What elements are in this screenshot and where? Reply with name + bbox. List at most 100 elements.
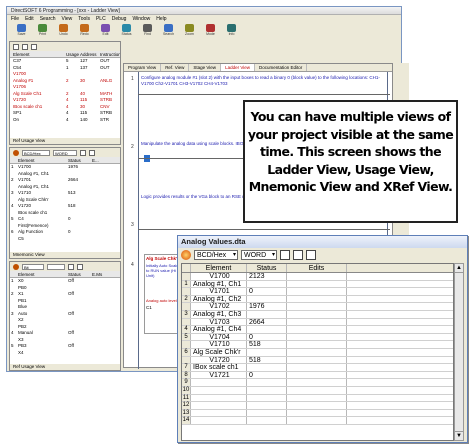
menu-item-help[interactable]: Help xyxy=(156,15,166,23)
toolbar-button-edit[interactable]: Edit xyxy=(97,24,114,37)
cell-edits[interactable] xyxy=(287,318,347,326)
toolbar-button-zoom[interactable]: Zoom xyxy=(181,24,198,37)
table-row[interactable]: 6 Alg Scale Chk'r xyxy=(182,348,453,357)
toolbar-button-undo[interactable]: Undo xyxy=(55,24,72,37)
rung-number[interactable]: 1 xyxy=(131,76,134,82)
header-edits[interactable]: Edits xyxy=(287,264,347,272)
table-row[interactable]: C5 xyxy=(10,236,120,243)
grid-icon[interactable] xyxy=(77,263,83,270)
cell-edits[interactable] xyxy=(287,394,347,402)
header-edits[interactable]: E... xyxy=(92,157,112,163)
tab-program-view[interactable]: Program View xyxy=(124,64,162,71)
toolbar-button-redo[interactable]: Redo xyxy=(76,24,93,37)
table-row[interactable]: V1720 518 xyxy=(182,356,453,365)
format-select[interactable]: Bit xyxy=(22,263,44,270)
menu-item-window[interactable]: Window xyxy=(132,15,150,23)
header-status[interactable]: Status xyxy=(68,271,92,277)
cell-edits[interactable] xyxy=(287,356,347,364)
grid-icon[interactable] xyxy=(293,250,303,260)
toolbar-button-mode[interactable]: Mode xyxy=(202,24,219,37)
toolbar-button-save[interactable]: Save xyxy=(13,24,30,37)
table-row[interactable]: 10 xyxy=(182,386,453,395)
list-icon[interactable] xyxy=(306,250,316,260)
cell-edits[interactable] xyxy=(287,386,347,394)
tab-documentation-editor[interactable]: Documentation Editor xyxy=(255,64,308,71)
table-row[interactable]: V1701 0 xyxy=(182,288,453,296)
cell-edits[interactable] xyxy=(287,333,347,341)
cell-edits[interactable] xyxy=(287,295,347,303)
header-edits[interactable]: E.Ms xyxy=(92,271,112,277)
page-icon[interactable] xyxy=(80,149,86,156)
header-instruction[interactable]: Instruction xyxy=(100,51,120,57)
menu-item-plc[interactable]: PLC xyxy=(96,15,106,23)
menu-item-file[interactable]: File xyxy=(11,15,19,23)
cell-edits[interactable] xyxy=(287,364,347,371)
toolbar-button-status[interactable]: Status xyxy=(118,24,135,37)
cell-edits[interactable] xyxy=(287,371,347,379)
table-row[interactable]: 5 V1704 0 xyxy=(182,333,453,342)
tab-ladder-view[interactable]: Ladder View xyxy=(221,64,255,71)
format-select[interactable]: BCD/Hex ▾ xyxy=(194,250,238,260)
page-icon[interactable] xyxy=(68,263,74,270)
sort-icon[interactable] xyxy=(31,43,37,50)
scroll-up-icon[interactable]: ▲ xyxy=(455,264,463,273)
tab-ref-view[interactable]: Ref. View xyxy=(161,64,190,71)
menu-item-edit[interactable]: Edit xyxy=(25,15,34,23)
table-row[interactable]: 8 V1721 0 xyxy=(182,371,453,380)
table-row[interactable]: V1702 1976 xyxy=(182,303,453,311)
cell-edits[interactable] xyxy=(287,280,347,288)
menu-item-debug[interactable]: Debug xyxy=(112,15,127,23)
cell-edits[interactable] xyxy=(287,310,347,318)
format-select[interactable]: BCD/Hex xyxy=(22,149,50,156)
table-row[interactable]: 11 xyxy=(182,394,453,403)
cell-edits[interactable] xyxy=(287,409,347,417)
table-row[interactable]: 13 xyxy=(182,409,453,418)
header-status[interactable]: Status xyxy=(247,264,287,272)
toolbar-button-info[interactable]: Info xyxy=(223,24,240,37)
rung-number[interactable]: 3 xyxy=(131,222,134,228)
header-element[interactable]: Element xyxy=(10,51,66,57)
table-row[interactable]: X4 xyxy=(10,350,120,357)
cell-edits[interactable] xyxy=(287,303,347,310)
table-row[interactable]: 7 IBox scale ch1 xyxy=(182,364,453,372)
header-address[interactable]: Address xyxy=(80,51,100,57)
scroll-down-icon[interactable]: ▼ xyxy=(455,431,463,440)
header-element[interactable]: Element xyxy=(18,157,68,163)
header-usage[interactable]: Usage xyxy=(66,51,80,57)
menu-item-tools[interactable]: Tools xyxy=(78,15,90,23)
table-row[interactable]: 2 Analog #1, Ch2 xyxy=(182,295,453,304)
type-select[interactable] xyxy=(47,263,65,270)
rung-number[interactable]: 2 xyxy=(131,144,134,150)
filter-icon[interactable] xyxy=(22,43,28,50)
format-icon[interactable] xyxy=(13,149,19,156)
toolbar-button-print[interactable]: Print xyxy=(34,24,51,37)
format-icon[interactable] xyxy=(181,250,191,260)
cell-edits[interactable] xyxy=(287,379,347,386)
cell-edits[interactable] xyxy=(287,273,347,280)
table-row[interactable]: 4 Analog #1, Ch4 xyxy=(182,326,453,334)
toolbar-button-search[interactable]: Search xyxy=(160,24,177,37)
menu-item-search[interactable]: Search xyxy=(40,15,56,23)
table-row[interactable]: V1700 2123 xyxy=(182,273,453,281)
type-select[interactable]: WORD ▾ xyxy=(241,250,277,260)
table-row[interactable]: 1 Analog #1, Ch1 xyxy=(182,280,453,289)
rung-comment[interactable]: Configure analog module #1 (slot 2) with… xyxy=(141,75,381,86)
cell-edits[interactable] xyxy=(287,348,347,356)
table-row[interactable]: V1703 2664 xyxy=(182,318,453,327)
header-status[interactable]: Status xyxy=(68,157,92,163)
table-row[interactable]: 3 Analog #1, Ch3 xyxy=(182,310,453,319)
cell-edits[interactable] xyxy=(287,288,347,295)
menu-item-view[interactable]: View xyxy=(62,15,73,23)
page-icon[interactable] xyxy=(280,250,290,260)
rung-number[interactable]: 4 xyxy=(131,262,134,268)
toolbar-button-find[interactable]: Find xyxy=(139,24,156,37)
tab-stage-view[interactable]: Stage View xyxy=(189,64,222,71)
table-row[interactable]: V1710 518 xyxy=(182,341,453,349)
view-icon[interactable] xyxy=(13,43,19,50)
cell-edits[interactable] xyxy=(287,402,347,409)
format-icon[interactable] xyxy=(13,263,19,270)
cell-edits[interactable] xyxy=(287,341,347,348)
header-element[interactable]: Element xyxy=(18,271,68,277)
table-row[interactable]: 9 xyxy=(182,379,453,387)
vertical-scrollbar[interactable]: ▲ ▼ xyxy=(454,263,464,441)
